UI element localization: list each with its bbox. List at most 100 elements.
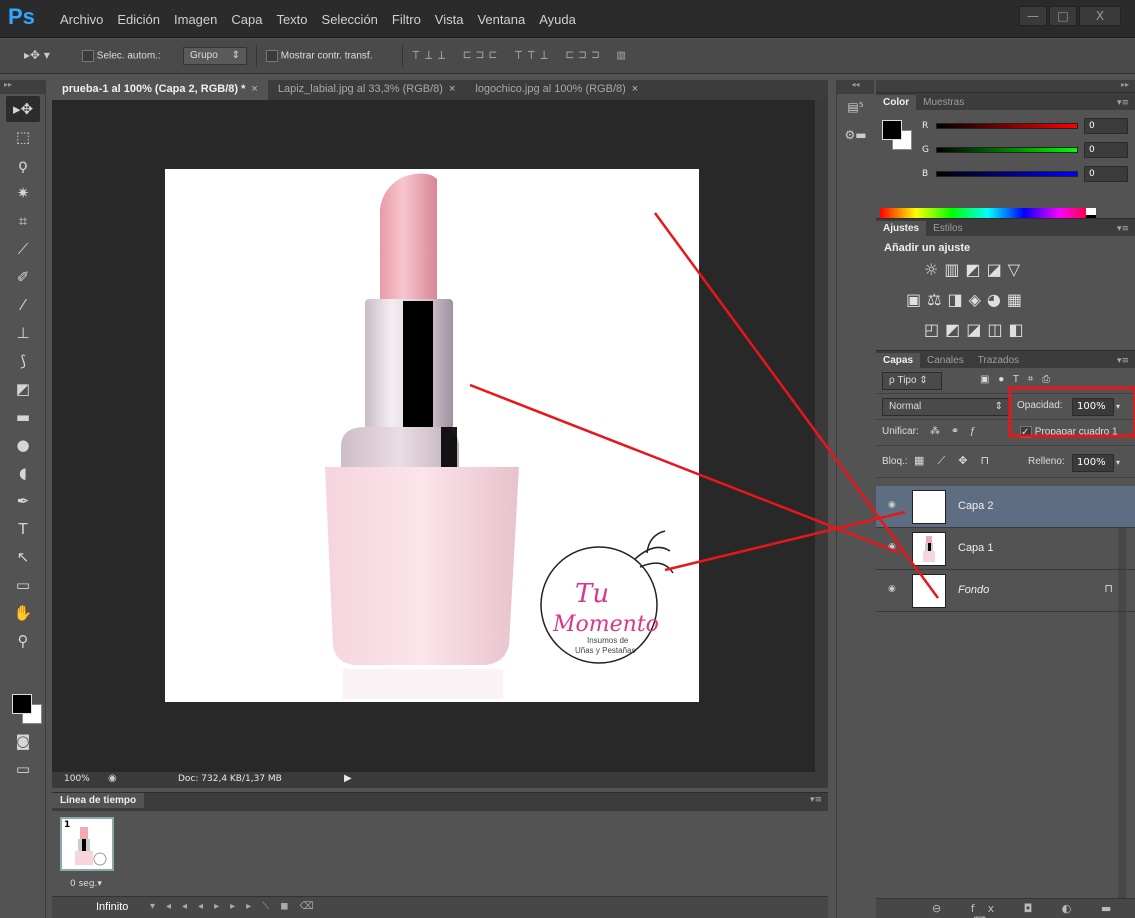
tab-ajustes[interactable]: Ajustes xyxy=(876,221,927,236)
tab-logochico[interactable]: logochico.jpg al 100% (RGB/8) × xyxy=(465,80,648,100)
fill-input[interactable]: 100% xyxy=(1072,454,1114,472)
close-tab-icon[interactable]: × xyxy=(449,83,455,95)
color-fg-swatch[interactable] xyxy=(882,120,902,140)
close-tab-icon[interactable]: × xyxy=(251,83,257,95)
tab-canales[interactable]: Canales xyxy=(920,353,971,368)
brush-tool-icon[interactable]: ⁄ xyxy=(6,292,40,318)
auto-select-check[interactable] xyxy=(82,50,94,62)
pen-tool-icon[interactable]: ✒ xyxy=(6,488,40,514)
menu-filtro[interactable]: Filtro xyxy=(392,12,421,27)
hand-tool-icon[interactable]: ✋ xyxy=(6,600,40,626)
healing-brush-tool-icon[interactable]: ✐ xyxy=(6,264,40,290)
gradient-tool-icon[interactable]: ▬ xyxy=(6,404,40,430)
fill-dropdown-icon[interactable]: ▾ xyxy=(1116,458,1120,467)
propagate-checkbox[interactable]: ✓ Propagar cuadro 1 xyxy=(1020,426,1118,438)
tab-color[interactable]: Color xyxy=(876,95,917,110)
tab-muestras[interactable]: Muestras xyxy=(916,95,971,110)
clone-stamp-tool-icon[interactable]: ⊥ xyxy=(6,320,40,346)
magic-wand-tool-icon[interactable]: ✷ xyxy=(6,180,40,206)
propagate-check[interactable]: ✓ xyxy=(1020,426,1032,438)
loop-options[interactable]: Infinito xyxy=(96,901,128,913)
lasso-tool-icon[interactable]: ϙ xyxy=(6,152,40,178)
tab-trazados[interactable]: Trazados xyxy=(971,353,1026,368)
properties-panel-icon[interactable]: ⚙▬ xyxy=(844,128,868,150)
adjustment-icons-row-3[interactable]: ◰◩◪◫◧ xyxy=(924,320,1030,339)
image-canvas[interactable]: Tu Momento Insumos de Uñas y Pestañas xyxy=(165,169,699,702)
adjustment-icons-row-2[interactable]: ▣⚖◨◈◕▦ xyxy=(906,290,1028,309)
move-tool-icon[interactable]: ▸✥ xyxy=(6,96,40,122)
zoom-level[interactable]: 100% xyxy=(64,774,90,784)
green-slider[interactable] xyxy=(936,147,1078,153)
auto-select-group-dropdown[interactable]: Grupo ⇕ xyxy=(183,47,247,65)
green-value[interactable]: 0 xyxy=(1084,142,1128,158)
zoom-tool-icon[interactable]: ⚲ xyxy=(6,628,40,654)
menu-vista[interactable]: Vista xyxy=(435,12,464,27)
align-distribute-icons[interactable]: ⊤⊥⊥ ⊏⊐⊏ ⊤⊤⊥ ⊏⊐⊐ ▥ xyxy=(412,48,630,63)
vertical-scrollbar[interactable] xyxy=(815,100,828,772)
lock-icon[interactable]: ⊓ xyxy=(1104,582,1113,595)
show-transform-check[interactable] xyxy=(266,50,278,62)
opacity-input[interactable]: 100% xyxy=(1072,398,1114,416)
eyedropper-tool-icon[interactable]: ⟋ xyxy=(6,236,40,262)
layer-row-capa-1[interactable]: ◉ Capa 1 xyxy=(876,528,1135,570)
eraser-tool-icon[interactable]: ◩ xyxy=(6,376,40,402)
history-brush-tool-icon[interactable]: ⟆ xyxy=(6,348,40,374)
move-tool-preset-icon[interactable]: ▸✥ ▾ xyxy=(24,48,50,62)
panels-header[interactable]: ▸▸ xyxy=(876,80,1135,92)
tab-estilos[interactable]: Estilos xyxy=(926,221,969,236)
history-panel-icon[interactable]: ▤⁵ xyxy=(844,100,868,122)
panel-menu-icon[interactable]: ▾≡ xyxy=(1111,222,1135,236)
dodge-tool-icon[interactable]: ◖ xyxy=(6,460,40,486)
layer-row-fondo[interactable]: ◉ Fondo ⊓ xyxy=(876,570,1135,612)
filter-icons[interactable]: ▣ ● T ⌗ ⎙ xyxy=(980,374,1053,385)
zoom-icon[interactable]: ◉ xyxy=(108,773,117,784)
layer-row-capa-2[interactable]: ◉ Capa 2 xyxy=(876,486,1135,528)
tab-prueba-1[interactable]: prueba-1 al 100% (Capa 2, RGB/8) * × xyxy=(52,80,268,100)
blend-mode-dropdown[interactable]: Normal ⇕ xyxy=(882,398,1010,416)
marquee-tool-icon[interactable]: ⬚ xyxy=(6,124,40,150)
red-slider[interactable] xyxy=(936,123,1078,129)
timeline-tab[interactable]: Línea de tiempo xyxy=(52,793,145,808)
animation-frame[interactable]: 1 xyxy=(60,817,114,871)
maximize-button[interactable]: □ xyxy=(1049,6,1077,26)
red-value[interactable]: 0 xyxy=(1084,118,1128,134)
show-transform-checkbox[interactable]: Mostrar contr. transf. xyxy=(266,50,372,62)
menu-archivo[interactable]: Archivo xyxy=(60,12,103,27)
close-tab-icon[interactable]: × xyxy=(632,83,638,95)
path-selection-tool-icon[interactable]: ↖ xyxy=(6,544,40,570)
panel-menu-icon[interactable]: ▾≡ xyxy=(1111,354,1135,368)
playback-controls[interactable]: ▾◂◂◂▸▸▸⟍◼⌫ xyxy=(150,901,325,912)
quick-mask-icon[interactable]: ◙ xyxy=(6,728,40,754)
dock-header[interactable]: ◂◂ xyxy=(837,80,874,94)
menu-imagen[interactable]: Imagen xyxy=(174,12,217,27)
panel-menu-icon[interactable]: ▾≡ xyxy=(1111,96,1135,110)
visibility-eye-icon[interactable]: ◉ xyxy=(888,584,896,594)
foreground-color-swatch[interactable] xyxy=(12,694,32,714)
visibility-eye-icon[interactable]: ◉ xyxy=(888,500,896,510)
blur-tool-icon[interactable]: ● xyxy=(6,432,40,458)
tools-panel-header[interactable]: ▸▸ xyxy=(0,80,45,94)
menu-texto[interactable]: Texto xyxy=(276,12,307,27)
visibility-eye-icon[interactable]: ◉ xyxy=(888,542,896,552)
adjustment-icons-row-1[interactable]: ☼▥◩◪▽ xyxy=(924,260,1026,279)
blue-slider[interactable] xyxy=(936,171,1078,177)
crop-tool-icon[interactable]: ⌗ xyxy=(6,208,40,234)
minimize-button[interactable]: — xyxy=(1019,6,1047,26)
frame-delay[interactable]: 0 seg.▾ xyxy=(70,879,102,889)
lock-icons[interactable]: ▦ ⟋ ✥ ⊓ xyxy=(914,454,994,468)
menu-edicion[interactable]: Edición xyxy=(117,12,160,27)
status-menu-icon[interactable]: ▶ xyxy=(344,773,352,784)
panel-menu-icon[interactable]: ▾≡ xyxy=(810,795,822,805)
close-button[interactable]: X xyxy=(1079,6,1121,26)
blue-value[interactable]: 0 xyxy=(1084,166,1128,182)
opacity-dropdown-icon[interactable]: ▾ xyxy=(1116,402,1120,411)
rectangle-tool-icon[interactable]: ▭ xyxy=(6,572,40,598)
layer-filter-dropdown[interactable]: ρ Tipo ⇕ xyxy=(882,372,942,390)
screen-mode-icon[interactable]: ▭ xyxy=(6,756,40,782)
menu-capa[interactable]: Capa xyxy=(231,12,262,27)
tab-capas[interactable]: Capas xyxy=(876,353,921,368)
unify-icons[interactable]: ⁂ ⚭ ƒ xyxy=(930,426,980,437)
layers-footer-icons[interactable]: ⊖ fx ◘ ◐ ▬ ◼ ⌫ xyxy=(876,898,1135,918)
menu-ventana[interactable]: Ventana xyxy=(477,12,525,27)
menu-ayuda[interactable]: Ayuda xyxy=(539,12,576,27)
